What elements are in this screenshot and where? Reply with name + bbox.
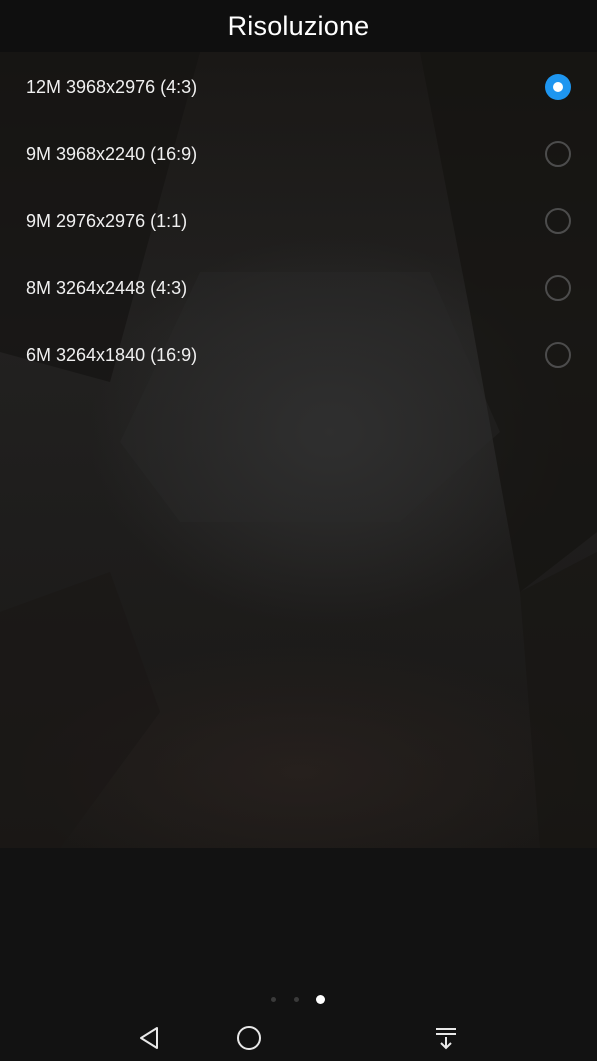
radio-button[interactable] <box>545 274 571 301</box>
page-title: Risoluzione <box>227 10 370 41</box>
resolution-option-9m-1-1[interactable]: 9M 2976x2976 (1:1) <box>0 188 597 255</box>
title-bar: Risoluzione <box>0 0 597 52</box>
page-dot-active <box>316 995 325 1004</box>
navigation-bar <box>0 1010 597 1061</box>
resolution-screen: Risoluzione 12M 3968x2976 (4:3) 9M 3968x… <box>0 0 597 1061</box>
page-dot <box>271 997 276 1002</box>
resolution-option-6m[interactable]: 6M 3264x1840 (16:9) <box>0 322 597 389</box>
back-button[interactable] <box>130 1018 170 1058</box>
radio-button-selected[interactable] <box>545 73 571 100</box>
resolution-option-label: 9M 3968x2240 (16:9) <box>26 144 198 164</box>
resolution-option-label: 6M 3264x1840 (16:9) <box>26 345 198 365</box>
radio-button[interactable] <box>545 140 571 167</box>
resolution-option-9m-16-9[interactable]: 9M 3968x2240 (16:9) <box>0 121 597 188</box>
resolution-option-label: 8M 3264x2448 (4:3) <box>26 278 188 298</box>
page-indicator <box>0 994 597 1006</box>
page-dot <box>294 997 299 1002</box>
home-button[interactable] <box>229 1018 269 1058</box>
back-triangle-icon <box>140 1027 158 1049</box>
resolution-options-list: 12M 3968x2976 (4:3) 9M 3968x2240 (16:9) … <box>0 54 597 389</box>
resolution-option-label: 9M 2976x2976 (1:1) <box>26 211 188 231</box>
radio-button[interactable] <box>545 207 571 234</box>
resolution-option-8m[interactable]: 8M 3264x2448 (4:3) <box>0 255 597 322</box>
home-circle-icon <box>237 1026 261 1050</box>
radio-button[interactable] <box>545 341 571 368</box>
pull-down-notifications-icon <box>436 1028 456 1050</box>
resolution-option-label: 12M 3968x2976 (4:3) <box>26 77 198 97</box>
resolution-option-12m[interactable]: 12M 3968x2976 (4:3) <box>0 54 597 121</box>
notifications-button[interactable] <box>426 1018 466 1058</box>
